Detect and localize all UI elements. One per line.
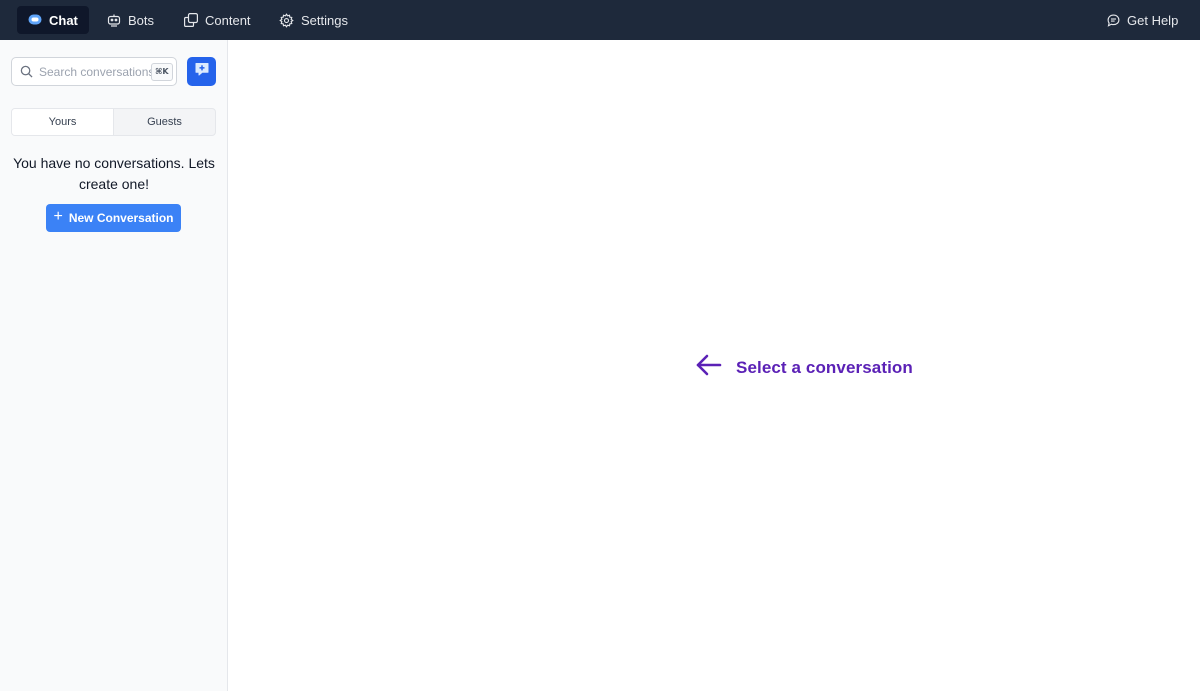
nav-chat[interactable]: Chat [17,6,89,34]
arrow-left-icon [695,353,723,382]
nav-content-label: Content [205,12,251,28]
nav-content[interactable]: Content [173,6,262,34]
get-help-link[interactable]: Get Help [1096,6,1189,34]
get-help-label: Get Help [1127,12,1179,28]
new-conversation-button[interactable]: + New Conversation [46,204,181,232]
conversation-tabs: Yours Guests [11,108,216,136]
nav-settings[interactable]: Settings [268,6,359,34]
add-chat-icon [194,61,210,82]
keyboard-shortcut-badge: ⌘K [151,63,173,81]
nav-settings-label: Settings [301,12,348,28]
gear-icon [279,12,294,28]
help-chat-icon [1107,14,1120,27]
empty-state-message: You have no conversations. Lets create o… [13,155,215,192]
conversation-pane: Select a conversation [229,40,1200,691]
nav-bots[interactable]: Bots [96,6,165,34]
new-conversation-label: New Conversation [68,211,174,225]
search-input[interactable] [39,62,152,82]
bot-icon [107,14,121,27]
search-icon [20,65,33,83]
select-conversation-text: Select a conversation [736,357,913,377]
nav-chat-label: Chat [49,12,78,28]
plus-icon: + [53,208,63,225]
search-box[interactable]: ⌘K [11,57,177,86]
chat-icon [28,14,42,26]
new-chat-button[interactable] [187,57,216,86]
nav-bots-label: Bots [128,12,155,28]
tab-yours[interactable]: Yours [12,109,114,135]
conversation-sidebar: ⌘K Yours Guests You have no conversation… [0,40,228,691]
tab-guests[interactable]: Guests [114,109,215,135]
copy-icon [184,13,198,27]
top-navigation: Chat Bots Content Settings Get Help [0,0,1200,40]
select-conversation-hint: Select a conversation [695,353,913,382]
